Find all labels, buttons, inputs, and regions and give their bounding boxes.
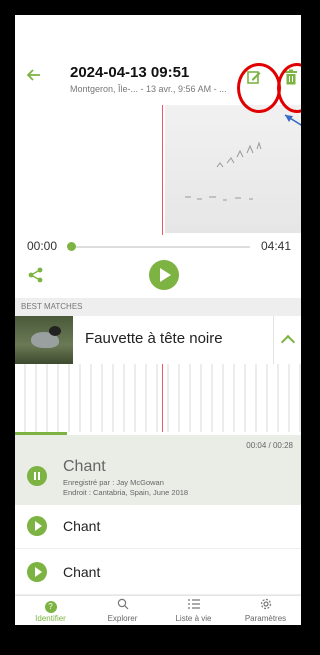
recording-subtitle: Montgeron, Île-... - 13 avr., 9:56 AM - … bbox=[70, 84, 227, 94]
chevron-up-icon[interactable] bbox=[273, 316, 301, 364]
nav-liste-a-vie[interactable]: Liste à vie bbox=[158, 596, 229, 625]
annotation-circle bbox=[237, 63, 281, 113]
annotation-arrow bbox=[284, 114, 301, 126]
seek-track[interactable] bbox=[70, 246, 250, 248]
search-icon bbox=[87, 598, 158, 614]
nav-label: Explorer bbox=[107, 614, 138, 623]
seek-bar-row: 00:00 04:41 bbox=[15, 237, 301, 257]
list-icon bbox=[158, 598, 229, 614]
recorded-by: Enregistré par : Jay McGowan bbox=[63, 478, 164, 487]
recording-time: 00:04 / 00:28 bbox=[246, 441, 293, 450]
recording-item-title: Chant bbox=[63, 564, 101, 580]
nav-explorer[interactable]: Explorer bbox=[87, 596, 158, 625]
nav-label: Liste à vie bbox=[175, 614, 212, 623]
play-button[interactable] bbox=[149, 260, 179, 290]
help-icon: ? bbox=[44, 601, 57, 613]
seek-thumb[interactable] bbox=[67, 242, 76, 251]
nav-identifier[interactable]: ? Identifier bbox=[15, 596, 86, 625]
pause-button[interactable] bbox=[27, 466, 47, 486]
recording-item[interactable]: Chant bbox=[15, 505, 301, 549]
recording-title: 2024-04-13 09:51 bbox=[70, 64, 190, 81]
nav-parametres[interactable]: Paramètres bbox=[230, 596, 301, 625]
recording-meta: Enregistré par : Jay McGowan Endroit : C… bbox=[63, 478, 188, 498]
time-end: 04:41 bbox=[260, 239, 291, 253]
gear-icon bbox=[230, 598, 301, 614]
match-playhead bbox=[162, 364, 163, 432]
time-start: 00:00 bbox=[27, 239, 58, 253]
recording-item[interactable]: Chant bbox=[15, 551, 301, 595]
spectrogram[interactable] bbox=[15, 105, 301, 235]
share-icon[interactable] bbox=[27, 266, 45, 284]
bottom-nav: ? Identifier Explorer Liste à vie Paramè… bbox=[15, 595, 301, 625]
player-controls bbox=[15, 258, 301, 296]
recording-item-title: Chant bbox=[63, 518, 101, 534]
playhead bbox=[162, 105, 163, 235]
recording-type: Chant bbox=[63, 458, 106, 475]
arrow-left-icon[interactable] bbox=[26, 67, 47, 85]
match-row[interactable]: Fauvette à tête noire bbox=[15, 316, 301, 364]
bird-thumbnail bbox=[15, 316, 73, 364]
play-icon[interactable] bbox=[27, 562, 47, 582]
recording-location: Endroit : Cantabria, Spain, June 2018 bbox=[63, 488, 189, 497]
species-name: Fauvette à tête noire bbox=[85, 330, 223, 347]
play-icon[interactable] bbox=[27, 516, 47, 536]
app-screen: 2024-04-13 09:51 Montgeron, Île-... - 13… bbox=[15, 15, 301, 625]
nav-label: Paramètres bbox=[244, 614, 287, 623]
match-spectrogram[interactable] bbox=[15, 364, 301, 432]
best-matches-label: BEST MATCHES bbox=[15, 298, 301, 316]
nav-label: Identifier bbox=[35, 614, 66, 623]
